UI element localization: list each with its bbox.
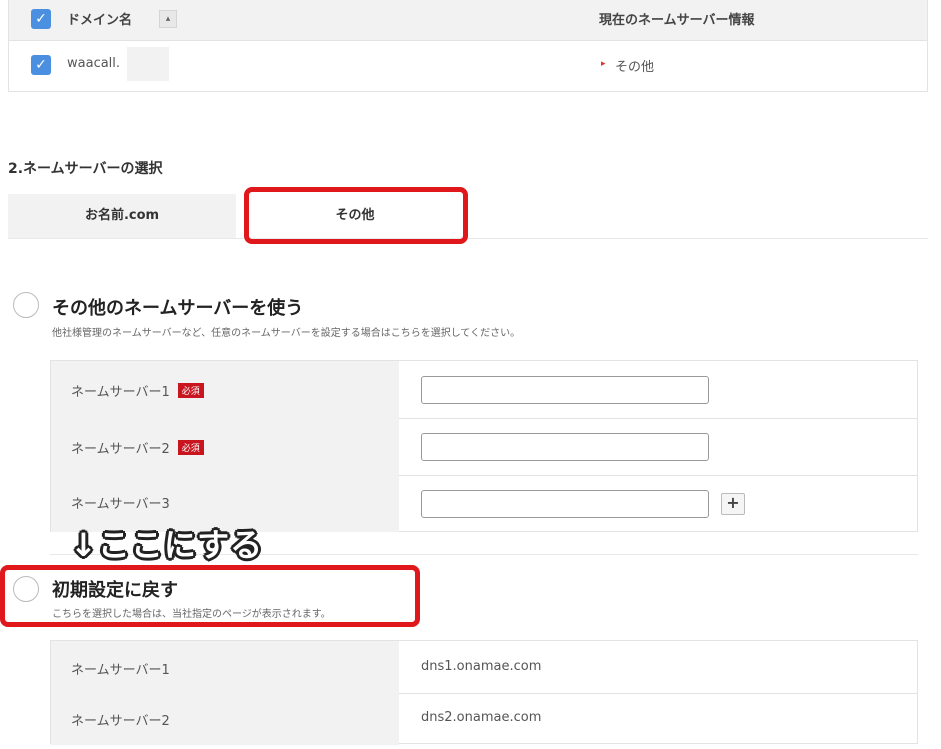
table-row: ネームサーバー1 dns1.onamae.com [51,641,917,694]
domain-table-header: ✓ ドメイン名 ▴ 現在のネームサーバー情報 [9,0,927,41]
current-ns-cell: その他 [615,60,655,75]
required-badge: 必須 [177,440,204,455]
radio-default-ns[interactable] [13,576,39,602]
table-row: ネームサーバー1 必須 [51,361,917,419]
default-ns2-label: ネームサーバー2 [71,714,170,729]
option-default-description: こちらを選択した場合は、当社指定のページが表示されます。 [52,609,331,620]
ns2-label: ネームサーバー2 [71,442,170,457]
ns-label: ネームサーバー1 必須 [71,381,204,400]
highlight-box-tab [244,187,468,244]
arrow-down-icon: ↓ [70,526,98,564]
domain-name-header: ドメイン名 [67,13,133,28]
tab-divider [8,238,928,239]
other-ns-table: ネームサーバー1 必須 ネームサーバー2 必須 ネームサーバー3 + [50,360,918,532]
annotation-text: ここにする [97,526,264,564]
table-row: ✓ waacall. ▸ その他 [9,41,927,91]
select-all-checkbox[interactable]: ✓ [31,9,51,29]
ns3-label: ネームサーバー3 [71,497,170,512]
default-ns-table: ネームサーバー1 dns1.onamae.com ネームサーバー2 dns2.o… [50,640,918,745]
triangle-right-icon: ▸ [601,59,606,69]
annotation-label: ↓ここにする [70,520,263,566]
ns1-label: ネームサーバー1 [71,385,170,400]
default-ns1-value: dns1.onamae.com [421,659,542,674]
masked-region [127,47,169,81]
option-other-title: その他のネームサーバーを使う [52,298,304,319]
row-checkbox[interactable]: ✓ [31,55,51,75]
current-ns-header: 現在のネームサーバー情報 [599,13,755,28]
ns-label: ネームサーバー2 必須 [71,438,204,457]
ns1-input[interactable] [421,376,709,404]
domain-name-cell: waacall. [67,56,121,71]
ns2-input[interactable] [421,433,709,461]
option-default-title: 初期設定に戻す [52,580,178,601]
default-ns2-value: dns2.onamae.com [421,710,542,725]
sort-icon[interactable]: ▴ [159,10,177,28]
ns3-input[interactable] [421,490,709,518]
radio-other-ns[interactable] [13,292,39,318]
option-other-description: 他社様管理のネームサーバーなど、任意のネームサーバーを設定する場合はこちらを選択… [52,328,521,339]
tab-onamae[interactable]: お名前.com [8,194,236,238]
table-row: ネームサーバー2 dns2.onamae.com [51,693,917,745]
table-row: ネームサーバー2 必須 [51,418,917,476]
section-title: 2.ネームサーバーの選択 [8,161,163,177]
required-badge: 必須 [177,383,204,398]
default-ns1-label: ネームサーバー1 [71,663,170,678]
add-ns-button[interactable]: + [721,493,745,515]
domain-table: ✓ ドメイン名 ▴ 現在のネームサーバー情報 ✓ waacall. ▸ その他 [8,0,928,92]
